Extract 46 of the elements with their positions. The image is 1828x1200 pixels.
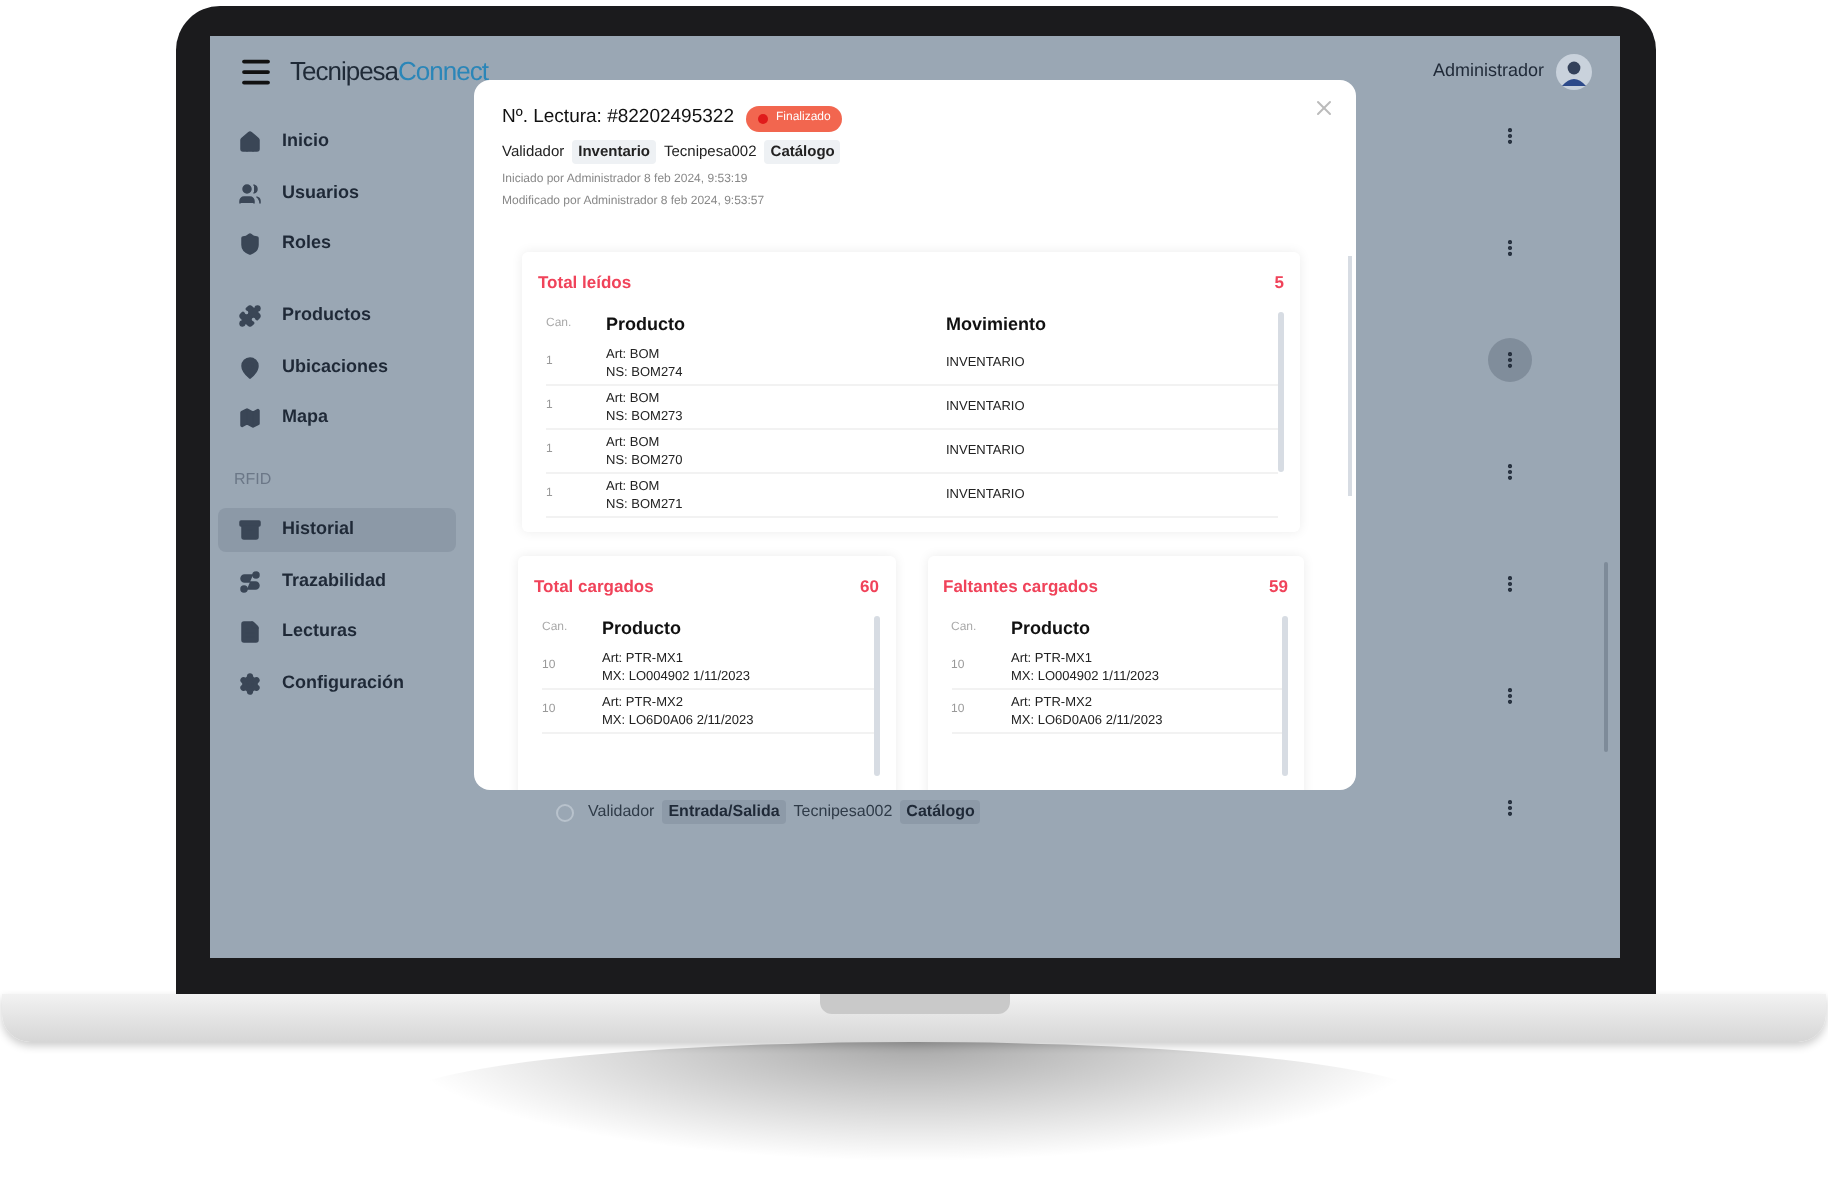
sidebar-item[interactable]: Lecturas [218, 610, 456, 654]
table-count: 60 [860, 573, 879, 599]
archive-icon [238, 518, 262, 542]
user-name: Administrador [1432, 58, 1544, 85]
sidebar-item[interactable]: Mapa [218, 396, 456, 440]
map-icon [238, 406, 262, 430]
sidebar-item[interactable]: Roles [218, 222, 456, 266]
column-header: Producto [606, 311, 687, 337]
shield-icon [238, 232, 262, 256]
more-button[interactable] [1488, 338, 1532, 382]
scrollbar[interactable] [873, 616, 879, 777]
sidebar-item[interactable]: Historial [218, 508, 456, 552]
table-count: 5 [1274, 269, 1284, 295]
sidebar-item[interactable]: Ubicaciones [218, 345, 456, 389]
route-icon [238, 569, 262, 593]
table-count: 59 [1269, 573, 1288, 599]
menu-icon[interactable] [238, 54, 274, 90]
scrollbar[interactable] [1282, 616, 1288, 777]
column-header: Producto [602, 615, 681, 641]
logo: TecnipesaConnect [290, 54, 488, 91]
avatar-icon[interactable] [1556, 54, 1592, 90]
settings-icon [238, 671, 262, 695]
sidebar-item[interactable]: Trazabilidad [218, 559, 456, 603]
puzzle-icon [238, 304, 262, 328]
tag-text: Validador [588, 800, 655, 824]
tag-chip: Entrada/Salida [662, 800, 786, 824]
home-icon [238, 130, 262, 154]
table-title: Total leídos [538, 269, 632, 295]
close-icon[interactable] [1312, 96, 1336, 120]
sidebar-item[interactable]: Productos [218, 294, 456, 338]
document-icon [238, 620, 262, 644]
sidebar-item[interactable]: Usuarios [218, 171, 456, 215]
tag-chip: Catálogo [900, 800, 981, 824]
table-title: Total cargados [534, 573, 654, 599]
pin-icon [238, 355, 262, 379]
table-title: Faltantes cargados [943, 573, 1098, 599]
scrollbar[interactable] [1278, 312, 1284, 473]
people-icon [238, 181, 262, 205]
reading-title: Nº. Lectura: #82202495322 [502, 104, 734, 132]
sidebar-item[interactable]: Inicio [218, 120, 456, 164]
radio-button[interactable] [556, 803, 574, 821]
scrollbar[interactable] [1348, 255, 1352, 495]
tag-text: Tecnipesa002 [793, 800, 893, 824]
column-header: Movimiento [946, 311, 1047, 337]
sidebar-item[interactable]: Configuración [218, 661, 456, 705]
column-header: Producto [1011, 615, 1090, 641]
